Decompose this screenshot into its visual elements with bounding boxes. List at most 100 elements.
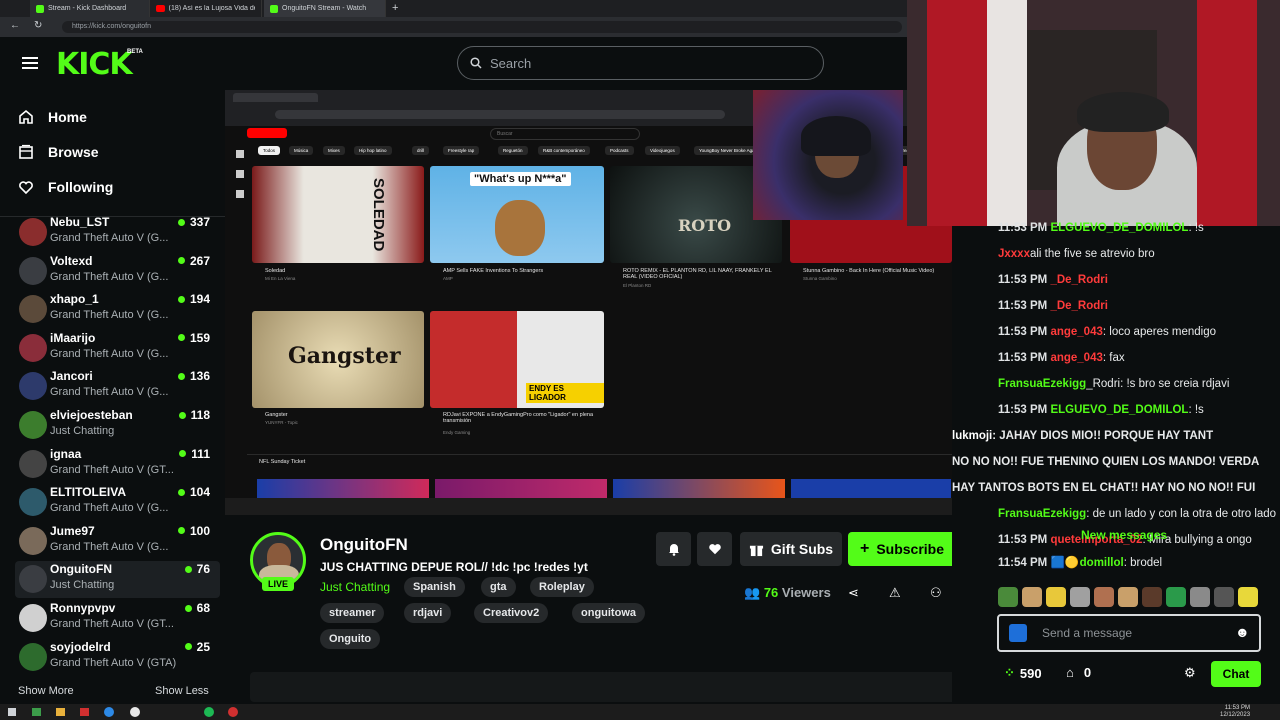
chat-input[interactable]: Send a message ☻	[997, 614, 1261, 652]
search-input[interactable]: Search	[457, 46, 824, 80]
follow-heart-button[interactable]	[697, 532, 732, 566]
chat-username[interactable]: _De_Rodri	[1050, 274, 1108, 286]
stream-tag[interactable]: Roleplay	[530, 577, 594, 597]
emote-icon[interactable]	[1118, 587, 1138, 607]
emote-icon[interactable]	[1190, 587, 1210, 607]
emote-icon[interactable]	[1022, 587, 1042, 607]
url-field[interactable]: https://kick.com/onguitofn	[62, 21, 902, 33]
new-tab-button[interactable]: +	[392, 2, 398, 14]
sidebar-channel-item[interactable]: Jume97 Grand Theft Auto V (G... 100	[15, 523, 220, 560]
sidebar-channel-item[interactable]: ELTITOLEIVA Grand Theft Auto V (G... 104	[15, 484, 220, 521]
menu-icon[interactable]	[22, 57, 38, 69]
show-more-button[interactable]: Show More	[18, 685, 74, 697]
sidebar-channel-item[interactable]: soyjodelrd Grand Theft Auto V (GTA) 25	[15, 639, 220, 676]
system-clock[interactable]: 11:53 PM 12/12/2023	[1220, 705, 1250, 719]
video-title[interactable]: ROTO REMIX - EL PLANTON RD, LIL NAAY, FR…	[623, 268, 783, 280]
nav-following[interactable]: Following	[18, 173, 113, 201]
show-less-button[interactable]: Show Less	[155, 685, 209, 697]
video-title[interactable]: AMP Sells FAKE Inventions To Strangers	[443, 268, 603, 274]
chat-username[interactable]: ange_043	[1050, 326, 1102, 338]
chat-username[interactable]: _De_Rodri	[1050, 300, 1108, 312]
stream-tag[interactable]: Onguito	[320, 629, 381, 649]
browser-tab[interactable]: (18) Así es la Lujosa Vida de West...	[150, 0, 262, 17]
chat-username[interactable]: lukmoji	[952, 430, 992, 442]
video-thumbnail[interactable]: Gangster	[252, 311, 424, 408]
yt-filter-chip: Reguetón	[498, 146, 528, 155]
chat-send-button[interactable]: Chat	[1211, 661, 1261, 687]
sidebar-channel-item[interactable]: Nebu_LST Grand Theft Auto V (G... 337	[15, 214, 220, 251]
chat-message: 11:53 PM ELGUEVO_DE_DOMILOL: !s	[998, 222, 1204, 234]
emote-icon[interactable]	[1094, 587, 1114, 607]
streamer-name[interactable]: OnguitoFN	[320, 535, 408, 555]
stream-tag[interactable]: gta	[481, 577, 516, 597]
channel-category: Grand Theft Auto V (G...	[50, 270, 169, 283]
emote-icon[interactable]	[1142, 587, 1162, 607]
chat-username[interactable]: FransuaEzekigg	[998, 378, 1086, 390]
video-thumbnail[interactable]: SOLEDAD	[252, 166, 424, 263]
taskbar-app-icon[interactable]	[32, 708, 41, 716]
stream-tag[interactable]: onguitowa	[572, 603, 645, 623]
channel-points[interactable]: ⁘ 590	[1004, 665, 1042, 681]
chat-identity-icon[interactable]	[1009, 624, 1027, 642]
kick-logo[interactable]: KICK	[56, 47, 133, 82]
report-icon[interactable]: ⚠	[889, 585, 901, 601]
spotify-icon[interactable]	[204, 707, 214, 717]
points-value: 590	[1019, 665, 1042, 681]
chat-username[interactable]: ange_043	[1050, 352, 1102, 364]
new-messages-indicator[interactable]: New messages	[1081, 528, 1167, 542]
gifts-count[interactable]: ⌂ 0	[1066, 665, 1091, 680]
emote-icon[interactable]	[1214, 587, 1234, 607]
chat-username[interactable]: Jxxxx	[998, 248, 1030, 260]
sidebar-channel-item[interactable]: elviejoesteban Just Chatting 118	[15, 407, 220, 444]
yt-address	[275, 110, 725, 119]
nav-browse[interactable]: Browse	[18, 138, 99, 166]
stream-tag[interactable]: Spanish	[404, 577, 465, 597]
emote-icon[interactable]	[1046, 587, 1066, 607]
nav-home[interactable]: Home	[18, 103, 87, 131]
video-thumbnail[interactable]: ENDY ES LIGADOR	[430, 311, 604, 408]
reload-icon[interactable]: ↻	[34, 20, 42, 31]
emote-icon[interactable]	[1070, 587, 1090, 607]
notification-bell-button[interactable]	[656, 532, 691, 566]
browser-tab[interactable]: Stream - Kick Dashboard	[30, 0, 150, 17]
stream-category[interactable]: Just Chatting	[320, 580, 390, 594]
emote-icon[interactable]	[1166, 587, 1186, 607]
video-player[interactable]: Buscar Todos Música Mixes Hip hop latino dri…	[225, 90, 952, 515]
sidebar-channel-item[interactable]: ignaa Grand Theft Auto V (GT... 111	[15, 446, 220, 483]
sidebar-channel-item[interactable]: Ronnypvpv Grand Theft Auto V (GT... 68	[15, 600, 220, 637]
channel-category: Grand Theft Auto V (GTA)	[50, 656, 177, 669]
gift-subs-button[interactable]: Gift Subs	[740, 532, 842, 566]
sidebar-channel-item[interactable]: Voltexd Grand Theft Auto V (G... 267	[15, 253, 220, 290]
share-icon[interactable]: ⋖	[848, 585, 859, 601]
sidebar-channel-item[interactable]: Jancori Grand Theft Auto V (G... 136	[15, 368, 220, 405]
obs-icon[interactable]	[228, 707, 238, 717]
chat-username[interactable]: ELGUEVO_DE_DOMILOL	[1050, 222, 1188, 234]
user-options-icon[interactable]: ⚇	[930, 585, 942, 601]
stream-tag[interactable]: streamer	[320, 603, 385, 623]
browser-icon[interactable]	[104, 707, 114, 717]
discord-icon[interactable]	[130, 707, 140, 717]
taskbar-app-icon[interactable]	[80, 708, 89, 716]
emote-icon[interactable]	[998, 587, 1018, 607]
start-icon[interactable]	[8, 708, 16, 716]
video-title[interactable]: Gangster	[265, 412, 415, 418]
video-title[interactable]: RDJavi EXPONE a EndyGamingPro como "Liga…	[443, 412, 603, 424]
subscribe-button[interactable]: + Subscribe	[848, 532, 956, 566]
chat-username[interactable]: ELGUEVO_DE_DOMILOL	[1050, 404, 1188, 416]
sidebar-channel-item[interactable]: OnguitoFN Just Chatting 76	[15, 561, 220, 599]
browser-tab[interactable]: OnguitoFN Stream - Watch	[264, 0, 386, 17]
chat-username[interactable]: FransuaEzekigg	[998, 508, 1086, 520]
chat-settings-icon[interactable]: ⚙	[1184, 665, 1196, 681]
stream-tag[interactable]: rdjavi	[404, 603, 452, 623]
video-title[interactable]: Soledad	[265, 268, 415, 274]
emoji-icon[interactable]: ☻	[1235, 624, 1250, 640]
folder-icon[interactable]	[56, 708, 65, 716]
stream-tag[interactable]: Creativov2	[474, 603, 549, 623]
back-icon[interactable]: ←	[10, 20, 20, 31]
sidebar-channel-item[interactable]: xhapo_1 Grand Theft Auto V (G... 194	[15, 291, 220, 328]
video-thumbnail[interactable]: "What's up N***a"	[430, 166, 604, 263]
chat-username[interactable]: domillol	[1080, 557, 1124, 569]
sidebar-channel-item[interactable]: iMaarijo Grand Theft Auto V (G... 159	[15, 330, 220, 367]
emote-icon[interactable]	[1238, 587, 1258, 607]
video-title[interactable]: Stunna Gambino - Back In Here (Official …	[803, 268, 951, 274]
